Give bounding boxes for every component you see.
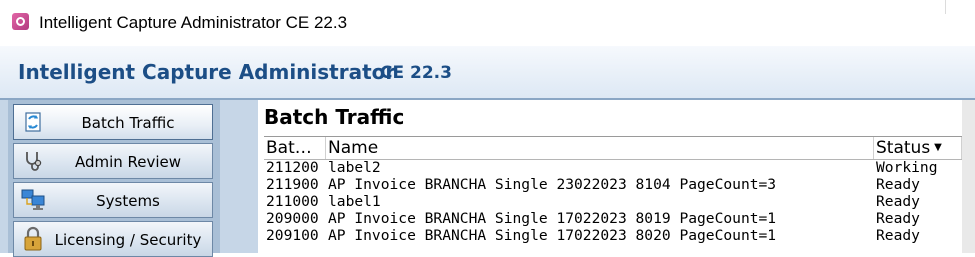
main-pane: Batch Traffic Bat… Name Status▼ C 211200…: [246, 100, 975, 253]
nav-licensing-security-button[interactable]: Licensing / Security: [13, 221, 213, 257]
vertical-scrollbar[interactable]: [962, 100, 975, 253]
cell-status: Ready: [876, 210, 920, 227]
cell-batch: 209000: [266, 210, 319, 227]
table-row[interactable]: 209100 AP Invoice BRANCHA Single 1702202…: [264, 227, 975, 244]
nav-systems-label: Systems: [96, 192, 160, 210]
window-title: Intelligent Capture Administrator CE 22.…: [39, 13, 348, 32]
cell-status: Ready: [876, 193, 920, 210]
cell-status: Ready: [876, 227, 920, 244]
cell-batch: 209100: [266, 227, 319, 244]
cell-status: Ready: [876, 176, 920, 193]
table-row[interactable]: 211900 AP Invoice BRANCHA Single 2302202…: [264, 176, 975, 193]
column-header-batch[interactable]: Bat…: [264, 137, 326, 159]
column-header-name[interactable]: Name: [326, 137, 874, 159]
column-header-batch-label: Bat…: [266, 138, 312, 158]
cell-name: AP Invoice BRANCHA Single 23022023 8104 …: [328, 176, 777, 193]
cell-status: Working: [876, 159, 938, 176]
batch-grid[interactable]: Bat… Name Status▼ C 211200 label2 Workin…: [264, 136, 975, 253]
batch-traffic-icon: [20, 109, 46, 135]
column-header-status[interactable]: Status ▼: [874, 137, 962, 159]
cell-batch: 211900: [266, 176, 319, 193]
titlebar-divider: [945, 0, 946, 14]
cell-name: AP Invoice BRANCHA Single 17022023 8020 …: [328, 227, 777, 244]
main-content: Batch Traffic Bat… Name Status▼ C 211200…: [258, 100, 975, 253]
nav-systems-button[interactable]: Systems: [13, 182, 213, 218]
nav-admin-review-label: Admin Review: [74, 153, 182, 171]
app-version: CE 22.3: [380, 63, 452, 83]
app-header: Intelligent Capture Administrator CE 22.…: [0, 46, 975, 100]
stethoscope-icon: [20, 148, 46, 174]
nav-batch-traffic-button[interactable]: Batch Traffic: [13, 104, 213, 140]
nav-admin-review-button[interactable]: Admin Review: [13, 143, 213, 179]
padlock-icon: [20, 226, 46, 252]
navigation-pane: Batch Traffic Admin Review Systems Licen…: [0, 100, 246, 257]
page-title: Batch Traffic: [264, 105, 405, 129]
cell-name: label2: [328, 159, 381, 176]
cell-name: label1: [328, 193, 381, 210]
window-titlebar: Intelligent Capture Administrator CE 22.…: [0, 0, 975, 47]
cell-batch: 211200: [266, 159, 319, 176]
column-header-status-label: Status: [876, 138, 931, 158]
grid-header: Bat… Name Status▼ C: [264, 136, 975, 160]
sort-descending-icon: ▼: [934, 142, 942, 153]
cell-batch: 211000: [266, 193, 319, 210]
column-header-name-label: Name: [328, 138, 379, 158]
table-row[interactable]: 211200 label2 Working 2: [264, 159, 975, 176]
computers-icon: [20, 187, 46, 213]
app-icon[interactable]: [12, 13, 29, 30]
table-row[interactable]: 209000 AP Invoice BRANCHA Single 1702202…: [264, 210, 975, 227]
app-name: Intelligent Capture Administrator: [18, 60, 396, 84]
cell-name: AP Invoice BRANCHA Single 17022023 8019 …: [328, 210, 777, 227]
table-row[interactable]: 211000 label1 Ready 2: [264, 193, 975, 210]
nav-batch-traffic-label: Batch Traffic: [81, 114, 175, 132]
nav-licensing-security-label: Licensing / Security: [54, 231, 202, 249]
